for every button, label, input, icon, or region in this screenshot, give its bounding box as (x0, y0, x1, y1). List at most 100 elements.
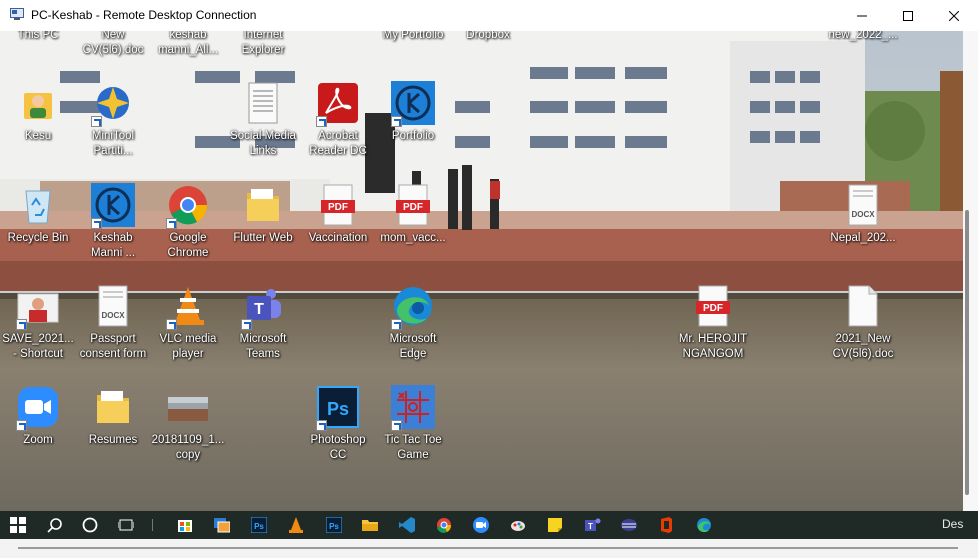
taskbar-vlc[interactable] (278, 511, 314, 539)
svg-text:PDF: PDF (403, 202, 423, 213)
search-icon (47, 518, 62, 533)
sticky-notes-icon (548, 518, 562, 532)
desktop-icon-flutter-web[interactable]: Flutter Web (225, 183, 301, 246)
user-folder-icon (24, 93, 52, 119)
desktop-label-dropbox[interactable]: Dropbox (448, 31, 528, 43)
taskbar-edge[interactable] (686, 511, 722, 539)
taskbar-teams[interactable]: T (575, 511, 611, 539)
docx-icon: DOCX (848, 184, 878, 226)
desktop-icon-recycle-bin[interactable]: Recycle Bin (0, 183, 76, 246)
desktop-label-internet-explorer[interactable]: Internet Explorer (223, 31, 303, 58)
desktop-icon-vaccination[interactable]: PDF Vaccination (300, 183, 376, 246)
microsoft-store-icon (178, 520, 192, 532)
desktop-icon-zoom[interactable]: Zoom (0, 385, 76, 448)
photo-icon (168, 397, 208, 421)
desktop-icon-photo-20181109[interactable]: 20181109_1... copy (150, 385, 226, 463)
desktop-icon-mr-herojit[interactable]: PDF Mr. HEROJIT NGANGOM (675, 284, 751, 362)
taskbar-store[interactable] (167, 511, 203, 539)
paint-icon (511, 521, 525, 531)
desktop-icon-acrobat[interactable]: Acrobat Reader DC (300, 81, 376, 159)
svg-text:Ps: Ps (254, 522, 264, 531)
desktop-icon-save-2021-shortcut[interactable]: SAVE_2021... - Shortcut (0, 284, 76, 362)
svg-text:Ps: Ps (327, 399, 349, 419)
chrome-icon (437, 518, 452, 533)
shortcut-arrow-icon (241, 319, 252, 330)
shortcut-arrow-icon (316, 116, 327, 127)
desktop-icon-minitool[interactable]: MiniTool Partiti... (75, 81, 151, 159)
pdf-icon: PDF (696, 285, 730, 327)
office-icon (661, 517, 672, 533)
desktop-icon-nepal-2022[interactable]: DOCX Nepal_202... (825, 183, 901, 246)
shortcut-arrow-icon (391, 420, 402, 431)
shortcut-arrow-icon (316, 420, 327, 431)
pdf-icon: PDF (321, 184, 355, 226)
minimize-button[interactable] (839, 0, 885, 31)
desktop-label-new-cv[interactable]: New CV(5l6).doc (73, 31, 153, 58)
taskbar-chrome[interactable] (426, 511, 462, 539)
close-button[interactable] (931, 0, 977, 31)
taskbar-file-explorer[interactable] (352, 511, 388, 539)
shortcut-arrow-icon (166, 319, 177, 330)
taskbar-divider (152, 519, 153, 531)
vscode-icon (399, 517, 415, 533)
horizontal-scrollbar-thumb[interactable] (18, 547, 958, 549)
docx-icon: DOCX (98, 285, 128, 327)
taskbar-clock[interactable]: Des (942, 517, 963, 531)
remote-desktop[interactable]: This PC New CV(5l6).doc keshab manni_All… (0, 31, 963, 511)
desktop-label-this-pc[interactable]: This PC (0, 31, 78, 43)
task-view-icon (118, 519, 134, 531)
desktop-icon-kesu[interactable]: Kesu (0, 81, 76, 144)
app-icon (621, 519, 637, 531)
taskbar-remote-desktop[interactable] (204, 511, 240, 539)
vertical-scrollbar-thumb[interactable] (965, 210, 969, 495)
search-button[interactable] (37, 511, 73, 539)
taskbar-app[interactable] (611, 511, 647, 539)
shortcut-arrow-icon (16, 420, 27, 431)
window-title: PC-Keshab - Remote Desktop Connection (31, 8, 257, 22)
svg-text:Ps: Ps (329, 522, 339, 531)
maximize-button[interactable] (885, 0, 931, 31)
svg-text:DOCX: DOCX (851, 210, 875, 219)
taskbar-photoshop-2[interactable]: Ps (316, 511, 352, 539)
remote-desktop-icon (214, 518, 230, 533)
photoshop-icon: Ps (326, 517, 342, 533)
desktop-icon-portfolio[interactable]: Portfolio (375, 81, 451, 144)
desktop-label-keshab-manni[interactable]: keshab manni_All... (148, 31, 228, 58)
taskbar-vscode[interactable] (389, 511, 425, 539)
taskbar: Ps Ps T Des (0, 511, 978, 539)
minimize-icon (857, 15, 867, 16)
close-icon (949, 10, 959, 21)
desktop-icon-vlc-media-player[interactable]: VLC media player (150, 284, 226, 362)
desktop-icon-keshab-manni[interactable]: Keshab Manni ... (75, 183, 151, 261)
taskbar-paint[interactable] (500, 511, 536, 539)
desktop-icon-google-chrome[interactable]: Google Chrome (150, 183, 226, 261)
desktop-icon-resumes[interactable]: Resumes (75, 385, 151, 448)
desktop-icon-photoshop-cc[interactable]: Ps Photoshop CC (300, 385, 376, 463)
taskbar-zoom[interactable] (463, 511, 499, 539)
shortcut-arrow-icon (166, 218, 177, 229)
desktop-icon-mom-vaccination[interactable]: PDF mom_vacc... (375, 183, 451, 246)
shortcut-arrow-icon (91, 116, 102, 127)
desktop-label-new-2022[interactable]: new_2022_... (823, 31, 903, 43)
svg-text:T: T (588, 522, 593, 531)
taskbar-office[interactable] (648, 511, 684, 539)
cortana-button[interactable] (72, 511, 108, 539)
shortcut-arrow-icon (16, 319, 27, 330)
maximize-icon (903, 10, 913, 21)
desktop-icon-tic-tac-toe[interactable]: Tic Tac Toe Game (375, 385, 451, 463)
desktop-icon-2021-new-cv[interactable]: 2021_New CV(5l6).doc (825, 284, 901, 362)
desktop-label-my-portfolio[interactable]: My Portfolio (373, 31, 453, 43)
vlc-icon (289, 517, 303, 533)
desktop-icon-social-media-links[interactable]: Social Media Links (225, 81, 301, 159)
desktop-icon-microsoft-edge[interactable]: Microsoft Edge (375, 284, 451, 362)
task-view-button[interactable] (108, 511, 144, 539)
desktop-icon-microsoft-teams[interactable]: T Microsoft Teams (225, 284, 301, 362)
taskbar-sticky-notes[interactable] (537, 511, 573, 539)
pdf-icon: PDF (396, 184, 430, 226)
title-bar[interactable]: PC-Keshab - Remote Desktop Connection (0, 0, 978, 31)
desktop-icon-passport-consent-form[interactable]: DOCX Passport consent form (75, 284, 151, 362)
cortana-icon (82, 517, 98, 533)
blank-document-icon (848, 285, 878, 327)
start-button[interactable] (0, 511, 36, 539)
taskbar-photoshop[interactable]: Ps (241, 511, 277, 539)
